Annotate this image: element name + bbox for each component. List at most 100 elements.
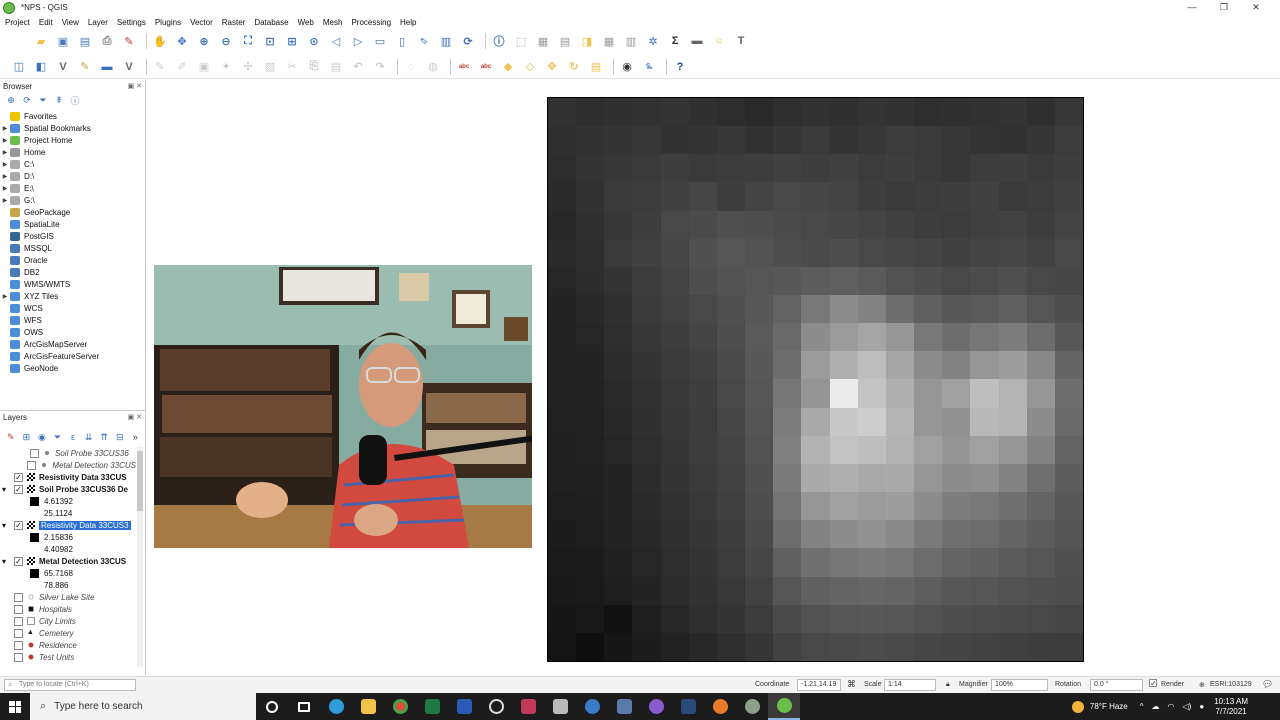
magnifier-spinbox[interactable]: 100% [991,679,1048,691]
browser-item-d[interactable]: ▶ D:\ [0,170,145,182]
rotation-spinbox[interactable]: 0.0 ° [1090,679,1143,691]
browser-item-wfs[interactable]: WFS [0,314,145,326]
crs-globe-icon[interactable]: ⊕ [1199,681,1205,689]
expand-arrow-icon[interactable]: ▾ [2,557,10,566]
browser-item-xyz-tiles[interactable]: ▶ XYZ Tiles [0,290,145,302]
excel-icon[interactable] [416,693,448,720]
layer-visibility-checkbox[interactable] [14,628,23,638]
edit-pencil-icon[interactable]: ✎ [76,58,94,76]
qgis-taskbar-icon[interactable] [768,693,800,720]
browser-item-g[interactable]: ▶ G:\ [0,194,145,206]
label-icon[interactable]: abc [455,58,473,76]
browser-item-geonode[interactable]: GeoNode [0,362,145,374]
close-button[interactable]: ✕ [1240,0,1272,15]
layer-visibility-checkbox[interactable] [27,460,37,470]
expand-all-icon[interactable]: ⇊ [83,431,95,443]
weather-widget[interactable]: 78°F Haze [1071,700,1128,713]
cloud-icon[interactable]: ☁ [1152,702,1160,711]
layers-scrollbar[interactable] [137,447,143,667]
expression-filter-icon[interactable]: ε [67,431,79,443]
browser-item-e[interactable]: ▶ E:\ [0,182,145,194]
minimize-button[interactable]: — [1176,0,1208,15]
start-button[interactable] [0,693,30,720]
layer-visibility-checkbox[interactable]: ✓ [14,556,23,566]
save-as-icon[interactable]: ▤ [76,32,94,50]
open-project-icon[interactable]: ▰ [32,32,50,50]
copy-icon[interactable]: ⎘ [305,58,323,76]
add-feature-icon[interactable]: ✦ [217,58,235,76]
deselect-icon[interactable]: ▦ [534,32,552,50]
browser-item-wms-wmts[interactable]: WMS/WMTS [0,278,145,290]
menu-layer[interactable]: Layer [88,18,108,27]
panel-float-close-icon[interactable]: ▣ ✕ [128,82,142,90]
layer-visibility-checkbox[interactable] [14,616,23,626]
digitize-icon[interactable]: ◌ [402,58,420,76]
obs-icon[interactable] [640,693,672,720]
print-layout-icon[interactable]: ⎙ [98,32,116,50]
layer-item[interactable]: ▲ Cemetery [0,627,136,639]
virtual-layer-icon[interactable]: V [120,58,138,76]
identify-icon[interactable]: ⓘ [490,32,508,50]
zoom-native-icon[interactable]: ⊙ [305,32,323,50]
zoom-selection-icon[interactable]: ⊡ [261,32,279,50]
temporary-layer-icon[interactable]: ▬ [98,58,116,76]
coordinate-field[interactable]: -1.21,14.19 [797,679,841,691]
zoom-out-icon[interactable]: ⊖ [217,32,235,50]
new-bookmark-icon[interactable]: 🔖︎ [415,32,433,50]
browser-item-spatial-bookmarks[interactable]: ▶ Spatial Bookmarks [0,122,145,134]
layer-item[interactable]: Soil Probe 33CUS36 [0,447,136,459]
menu-mesh[interactable]: Mesh [323,18,343,27]
expand-arrow-icon[interactable]: ▶ [0,293,10,300]
lock-icon[interactable]: 🔒︎ [946,681,950,689]
zoom-layer-icon[interactable]: ⊞ [283,32,301,50]
expand-arrow-icon[interactable]: ▶ [0,149,10,156]
menu-project[interactable]: Project [5,18,30,27]
browser-item-c[interactable]: ▶ C:\ [0,158,145,170]
new-project-icon[interactable]: 🗋 [10,32,28,50]
label-highlight-icon[interactable]: abc [477,58,495,76]
new-geopackage-icon[interactable]: ◧ [32,58,50,76]
layer-item[interactable]: Residence [0,639,136,651]
field-calculator-icon[interactable]: ▦ [600,32,618,50]
text-annotation-icon[interactable]: T [732,32,750,50]
vertex-tool-icon[interactable]: ✢ [239,58,257,76]
browser-item-arcgisfeatureserver[interactable]: ArcGisFeatureServer [0,350,145,362]
task-view-icon[interactable] [288,693,320,720]
data-source-manager-icon[interactable]: ◫ [10,58,28,76]
browser-item-ows[interactable]: OWS [0,326,145,338]
browser-item-home[interactable]: ▶ Home [0,146,145,158]
layer-item[interactable]: ▾ ✓ Metal Detection 33CUS [0,555,136,567]
redo-icon[interactable]: ↷ [371,58,389,76]
layer-item[interactable]: ✓ Resistivity Data 33CUS [0,471,136,483]
filter-icon[interactable]: ⏷ [37,94,49,106]
expand-arrow-icon[interactable]: ▾ [2,521,10,530]
chrome-icon[interactable] [384,693,416,720]
file-explorer-icon[interactable] [352,693,384,720]
microphone-icon[interactable]: ● [1199,702,1204,711]
collapse-all-icon[interactable]: ⇞ [53,94,65,106]
browser-item-geopackage[interactable]: GeoPackage [0,206,145,218]
layer-visibility-checkbox[interactable]: ✓ [14,484,23,494]
maximize-button[interactable]: ❐ [1208,0,1240,15]
edge-icon[interactable] [320,693,352,720]
locator-search-input[interactable]: ⌕ Type to locate (Ctrl+K) [4,679,136,691]
style-manager-icon[interactable]: ✎ [120,32,138,50]
taskbar-search-box[interactable]: ⌕ Type here to search [30,693,256,720]
change-label-icon[interactable]: ▤ [587,58,605,76]
delete-selected-icon[interactable]: ▨ [261,58,279,76]
browser-item-mssql[interactable]: MSSQL [0,242,145,254]
save-edits-icon[interactable]: ▣ [195,58,213,76]
volume-icon[interactable]: ◁) [1183,702,1192,711]
undo-icon[interactable]: ↶ [349,58,367,76]
collapse-all-icon[interactable]: ⇈ [98,431,110,443]
style-icon[interactable]: ✎ [5,431,17,443]
menu-vector[interactable]: Vector [190,18,213,27]
layer-visibility-checkbox[interactable] [30,448,39,458]
expand-arrow-icon[interactable]: ▶ [0,137,10,144]
pan-icon[interactable]: ✋ [151,32,169,50]
new-shapefile-icon[interactable]: V [54,58,72,76]
layer-visibility-checkbox[interactable]: ✓ [14,520,23,530]
remove-layer-icon[interactable]: ⊟ [114,431,126,443]
browser-item-oracle[interactable]: Oracle [0,254,145,266]
layer-item[interactable]: Hospitals [0,603,136,615]
